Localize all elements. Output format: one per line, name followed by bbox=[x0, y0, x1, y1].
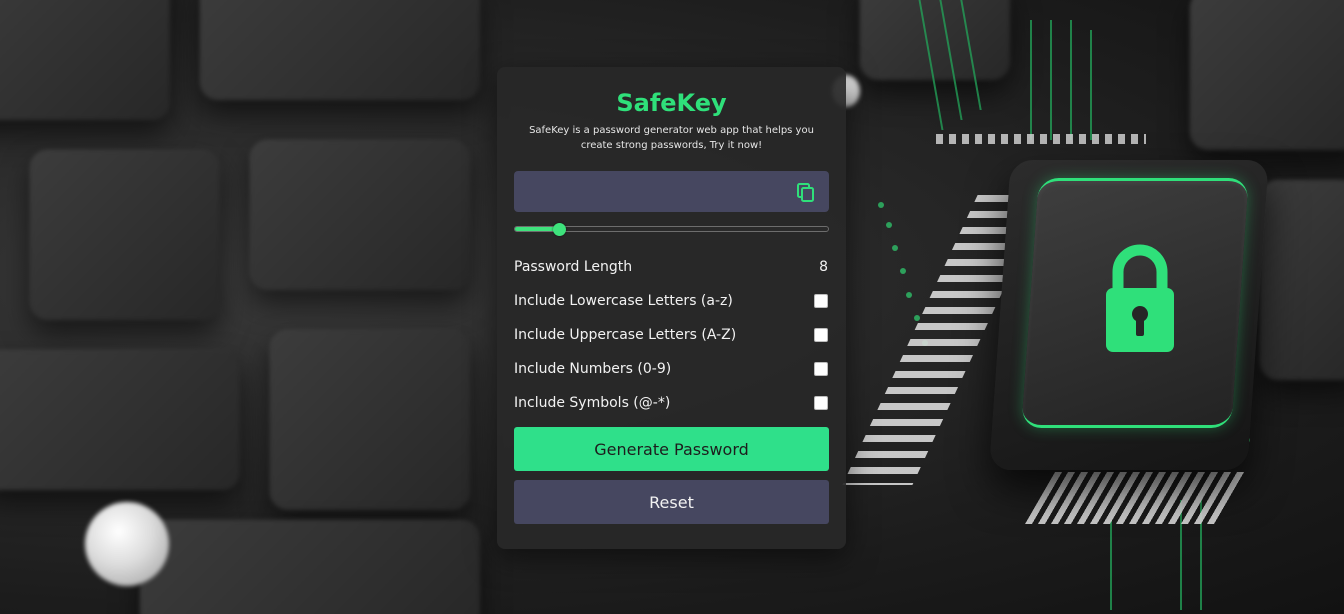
symbols-checkbox[interactable] bbox=[814, 396, 828, 410]
app-title: SafeKey bbox=[616, 89, 727, 117]
bg-block bbox=[0, 0, 170, 120]
numbers-checkbox[interactable] bbox=[814, 362, 828, 376]
bg-orb bbox=[85, 502, 169, 586]
uppercase-label: Include Uppercase Letters (A-Z) bbox=[514, 327, 737, 343]
password-generator-card: SafeKey SafeKey is a password generator … bbox=[497, 67, 846, 549]
app-description: SafeKey is a password generator web app … bbox=[529, 125, 814, 151]
cpu-chip bbox=[842, 120, 1344, 614]
password-length-row: Password Length 8 bbox=[514, 250, 829, 284]
copy-button[interactable] bbox=[795, 181, 817, 203]
slider-thumb[interactable] bbox=[553, 223, 566, 236]
password-length-value: 8 bbox=[819, 259, 828, 275]
lock-icon bbox=[1106, 244, 1174, 352]
bg-block bbox=[270, 330, 470, 510]
password-output-field bbox=[514, 171, 829, 212]
bg-block bbox=[30, 150, 220, 320]
bg-block bbox=[250, 140, 470, 290]
uppercase-checkbox[interactable] bbox=[814, 328, 828, 342]
lowercase-option-row: Include Lowercase Letters (a-z) bbox=[514, 284, 829, 318]
bg-block bbox=[200, 0, 480, 100]
length-slider[interactable] bbox=[514, 223, 829, 236]
bg-block bbox=[0, 350, 240, 490]
bg-block bbox=[860, 0, 1010, 80]
chip-pins bbox=[1024, 472, 1246, 524]
numbers-option-row: Include Numbers (0-9) bbox=[514, 352, 829, 386]
copy-icon bbox=[797, 182, 814, 202]
uppercase-option-row: Include Uppercase Letters (A-Z) bbox=[514, 318, 829, 352]
symbols-label: Include Symbols (@-*) bbox=[514, 395, 671, 411]
symbols-option-row: Include Symbols (@-*) bbox=[514, 386, 829, 420]
chip-pins bbox=[936, 134, 1146, 144]
options-list: Password Length 8 Include Lowercase Lett… bbox=[514, 250, 829, 420]
lowercase-label: Include Lowercase Letters (a-z) bbox=[514, 293, 733, 309]
lowercase-checkbox[interactable] bbox=[814, 294, 828, 308]
password-length-label: Password Length bbox=[514, 259, 633, 275]
generate-password-button[interactable]: Generate Password bbox=[514, 427, 829, 471]
reset-button[interactable]: Reset bbox=[514, 480, 829, 524]
numbers-label: Include Numbers (0-9) bbox=[514, 361, 672, 377]
bg-block bbox=[140, 520, 480, 614]
password-output[interactable] bbox=[526, 183, 795, 200]
